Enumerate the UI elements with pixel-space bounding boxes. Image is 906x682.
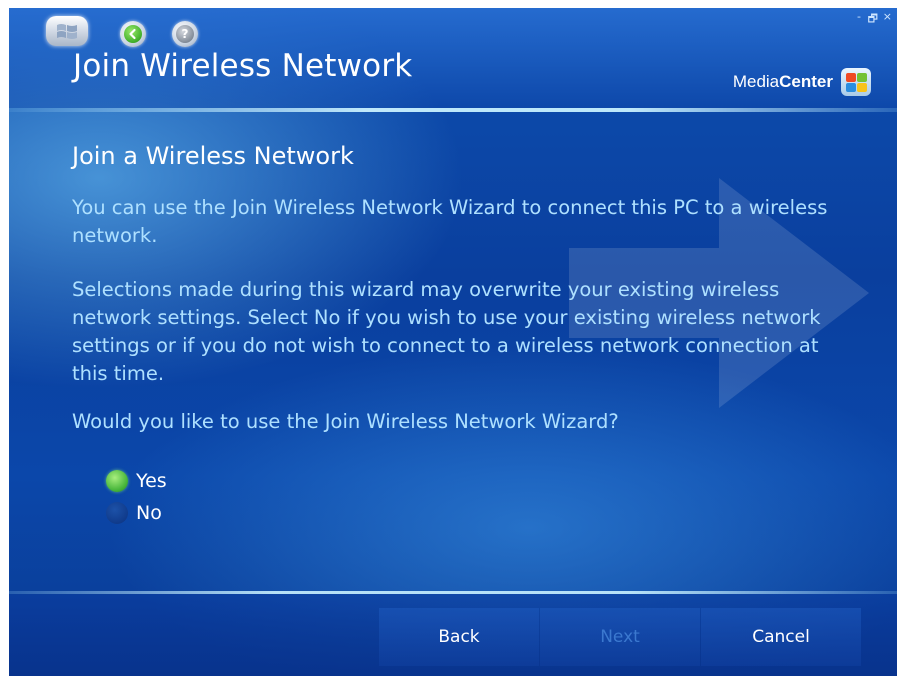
brand-text: MediaCenter bbox=[733, 72, 833, 92]
radio-group: Yes No bbox=[106, 465, 167, 529]
cancel-button[interactable]: Cancel bbox=[701, 608, 861, 666]
back-arrow-icon bbox=[124, 25, 142, 43]
start-button[interactable] bbox=[46, 16, 88, 46]
media-center-logo: MediaCenter bbox=[733, 68, 871, 96]
warning-paragraph: Selections made during this wizard may o… bbox=[72, 278, 821, 385]
brand-bold: Center bbox=[779, 72, 833, 91]
radio-selected-icon[interactable] bbox=[106, 470, 128, 492]
radio-unselected-icon[interactable] bbox=[106, 502, 128, 524]
option-yes-label: Yes bbox=[136, 470, 167, 492]
option-no-label: No bbox=[136, 502, 162, 524]
back-nav-button[interactable] bbox=[120, 21, 146, 47]
intro-paragraph: You can use the Join Wireless Network Wi… bbox=[72, 196, 828, 247]
close-button[interactable]: × bbox=[883, 10, 892, 23]
wizard-heading: Join a Wireless Network bbox=[72, 142, 354, 170]
next-button[interactable]: Next bbox=[540, 608, 700, 666]
option-yes[interactable]: Yes bbox=[106, 465, 167, 497]
header-divider bbox=[9, 108, 897, 112]
media-center-window: - 🗗 × ? Join Wireless Network MediaCente… bbox=[9, 8, 897, 676]
page-title: Join Wireless Network bbox=[73, 48, 413, 84]
question-text: Would you like to use the Join Wireless … bbox=[72, 410, 619, 433]
back-button[interactable]: Back bbox=[379, 608, 539, 666]
restore-button[interactable]: 🗗 bbox=[868, 10, 878, 29]
option-no[interactable]: No bbox=[106, 497, 167, 529]
windows-flag-icon bbox=[841, 68, 871, 96]
help-icon: ? bbox=[176, 25, 194, 43]
minimize-button[interactable]: - bbox=[857, 10, 861, 23]
brand-prefix: Media bbox=[732, 72, 780, 91]
help-button[interactable]: ? bbox=[172, 21, 198, 47]
windows-logo-icon bbox=[57, 24, 77, 39]
